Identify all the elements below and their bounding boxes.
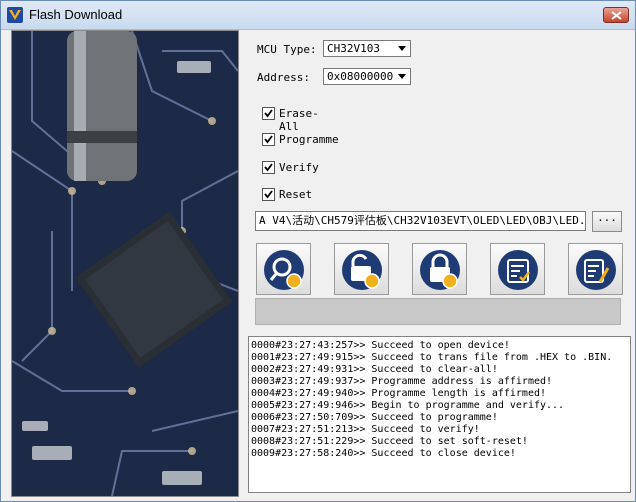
verify-list-icon (498, 250, 538, 290)
programme-label: Programme (279, 133, 339, 146)
log-line: 0001#23:27:49:915>> Succeed to trans fil… (251, 352, 613, 363)
verify-label: Verify (279, 161, 319, 174)
checkmark-icon (264, 190, 273, 199)
checkmark-icon (264, 109, 273, 118)
protect-button[interactable] (412, 243, 467, 295)
circuit-board-image (11, 30, 239, 497)
address-label: Address: (257, 71, 310, 84)
reset-checkbox[interactable] (262, 188, 275, 201)
log-line: 0000#23:27:43:257>> Succeed to open devi… (251, 340, 510, 351)
flash-download-window: Flash Download MCU Type: CH32V103 Addres… (0, 0, 636, 502)
programme-checkbox[interactable] (262, 133, 275, 146)
mcu-type-label: MCU Type: (257, 43, 317, 56)
reset-label: Reset (279, 188, 313, 201)
file-path-input[interactable]: A V4\活动\CH579评估板\CH32V103EVT\OLED\LED\OB… (255, 211, 586, 231)
download-button[interactable] (490, 243, 545, 295)
clear-log-button[interactable] (568, 243, 623, 295)
verify-checkbox[interactable] (262, 161, 275, 174)
log-line: 0008#23:27:51:229>> Succeed to set soft-… (251, 436, 528, 447)
search-lock-icon (264, 250, 304, 290)
erase-all-label: Erase-All (279, 107, 319, 133)
window-title: Flash Download (29, 7, 123, 22)
close-button[interactable] (603, 7, 629, 23)
log-line: 0005#23:27:49:946>> Begin to programme a… (251, 400, 565, 411)
chevron-down-icon[interactable] (394, 69, 410, 84)
log-line: 0009#23:27:58:240>> Succeed to close dev… (251, 448, 516, 459)
log-line: 0002#23:27:49:931>> Succeed to clear-all… (251, 364, 498, 375)
title-bar[interactable]: Flash Download (1, 1, 635, 30)
log-line: 0006#23:27:50:709>> Succeed to programme… (251, 412, 498, 423)
log-line: 0003#23:27:49:937>> Programme address is… (251, 376, 553, 387)
clear-list-icon (576, 250, 616, 290)
unprotect-button[interactable] (334, 243, 389, 295)
mcu-type-select[interactable]: CH32V103 (323, 40, 411, 57)
mcu-type-value: CH32V103 (327, 42, 380, 55)
checkmark-icon (264, 135, 273, 144)
app-logo-icon (7, 7, 23, 23)
log-line: 0007#23:27:51:213>> Succeed to verify! (251, 424, 480, 435)
board-illustration (12, 31, 238, 496)
log-output[interactable]: 0000#23:27:43:257>> Succeed to open devi… (248, 336, 631, 493)
checkmark-icon (264, 163, 273, 172)
browse-button[interactable]: ... (592, 211, 622, 232)
lock-icon (420, 250, 460, 290)
progress-bar (255, 298, 621, 325)
chevron-down-icon[interactable] (394, 41, 410, 56)
address-select[interactable]: 0x08000000 (323, 68, 411, 85)
address-value: 0x08000000 (327, 70, 394, 83)
unlock-icon (342, 250, 382, 290)
query-protect-button[interactable] (256, 243, 311, 295)
erase-all-checkbox[interactable] (262, 107, 275, 120)
close-icon (611, 11, 622, 20)
log-line: 0004#23:27:49:940>> Programme length is … (251, 388, 547, 399)
